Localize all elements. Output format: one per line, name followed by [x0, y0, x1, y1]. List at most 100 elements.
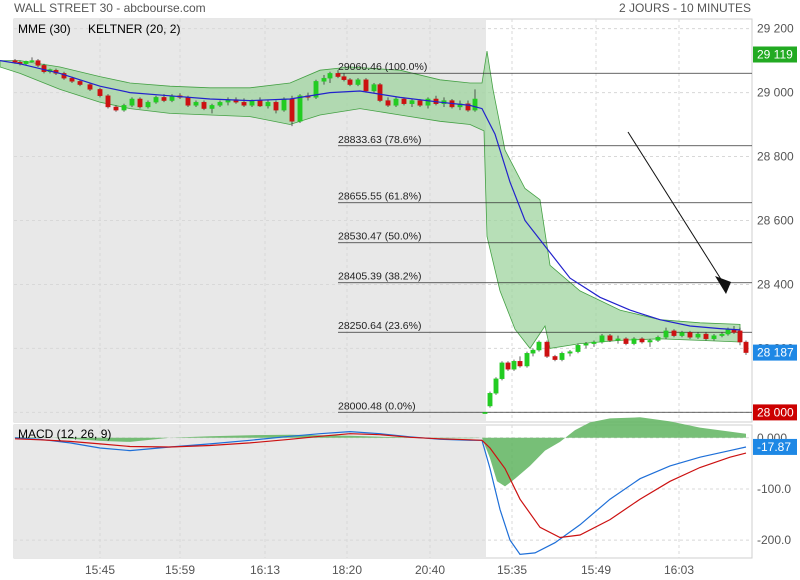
candle-body [377, 84, 383, 101]
candle-body [129, 98, 135, 106]
candle-body [97, 89, 103, 96]
candle-body [711, 335, 717, 340]
candle-body [591, 341, 597, 344]
y-tick-label: -100.0 [757, 482, 791, 496]
candle-body [137, 98, 143, 108]
candle-body [719, 333, 725, 336]
chart-canvas: 29060.46 (100.0%) 28833.63 (78.6%) 28655.5… [0, 18, 797, 577]
candle-body [505, 362, 511, 370]
x-tick-label: 15:45 [85, 563, 115, 577]
candle-body [725, 329, 731, 335]
candle-body [552, 356, 558, 360]
candle-body [639, 338, 645, 343]
candle-body [647, 340, 653, 343]
candle-body [599, 335, 605, 343]
candle-body [105, 95, 111, 108]
fib-label: 28530.47 (50.0%) [338, 231, 421, 243]
candle-body [623, 338, 629, 344]
y-tick-label: 28 400 [757, 277, 794, 291]
candle-body [487, 393, 493, 407]
candle-body [265, 101, 271, 107]
candle-body [695, 333, 701, 338]
x-axis: 15:45 15:59 16:13 18:20 20:40 15:35 15:49 16:03 [85, 563, 694, 577]
candle-body [703, 333, 709, 340]
fib-label: 28405.39 (38.2%) [338, 271, 421, 283]
x-tick-label: 15:59 [165, 563, 195, 577]
candle-body [273, 101, 279, 111]
candle-body [335, 73, 341, 77]
candle-body [87, 84, 93, 90]
legend-ema: MME (30) [18, 22, 71, 36]
candle-body [524, 353, 530, 367]
candle-body [185, 97, 191, 106]
candle-body [583, 343, 589, 346]
candle-body [559, 353, 565, 360]
candle-body [341, 76, 347, 80]
macd-value-badge: -17.87 [753, 438, 797, 455]
candle-body [671, 330, 677, 336]
candle-body [29, 60, 35, 62]
candle-body [241, 101, 247, 106]
candle-body [393, 98, 399, 106]
candle-body [517, 361, 523, 367]
candle-body [281, 98, 287, 111]
fib-label: 28000.48 (0.0%) [338, 400, 416, 412]
fib-label: 28833.63 (78.6%) [338, 134, 421, 146]
candle-body [417, 100, 423, 106]
candle-body [499, 362, 505, 380]
candle-body [472, 98, 478, 111]
candle-body [257, 100, 263, 107]
candle-body [615, 338, 621, 341]
candle-body [77, 81, 83, 85]
candle-body [493, 378, 499, 394]
candle-body [12, 60, 18, 63]
candle-body [544, 341, 550, 357]
candle-body [409, 100, 415, 104]
legend-macd: MACD (12, 26, 9) [18, 427, 111, 441]
candle-body [289, 98, 295, 122]
fib-label: 28655.55 (61.8%) [338, 191, 421, 203]
candle-body [35, 60, 41, 66]
candle-body [217, 101, 223, 106]
candle-body [536, 341, 542, 351]
candle-body [153, 97, 159, 103]
main-price-badges: 29 119 28 187 28 000 [753, 46, 797, 421]
candle-body [371, 84, 377, 92]
y-tick-label: -200.0 [757, 533, 791, 547]
candle-body [482, 412, 488, 414]
x-tick-label: 18:20 [332, 563, 362, 577]
x-tick-label: 15:35 [497, 563, 527, 577]
fib-label: 29060.46 (100.0%) [338, 61, 427, 73]
candle-body [69, 77, 75, 82]
candle-body [113, 106, 119, 111]
candle-body [23, 61, 29, 64]
candle-body [327, 73, 333, 79]
x-tick-label: 16:03 [664, 563, 694, 577]
current-price-badge: 28 187 [757, 346, 794, 360]
y-tick-label: 28 600 [757, 214, 794, 228]
x-tick-label: 15:49 [581, 563, 611, 577]
candle-body [743, 341, 749, 353]
candle-body [679, 332, 685, 336]
candle-body [249, 100, 255, 106]
candle-body [567, 351, 573, 354]
candle-body [297, 95, 303, 122]
candle-body [385, 100, 391, 106]
legend-keltner: KELTNER (20, 2) [88, 22, 180, 36]
candle-body [687, 332, 693, 338]
y-tick-label: 29 000 [757, 86, 794, 100]
candle-body [321, 77, 327, 82]
candle-body [655, 337, 661, 341]
y-tick-label: 29 200 [757, 22, 794, 36]
candle-body [145, 101, 151, 108]
candle-body [663, 330, 669, 338]
macd-value-label: -17.87 [757, 440, 791, 454]
candle-body [607, 335, 613, 341]
fib-label: 28250.64 (23.6%) [338, 320, 421, 332]
candle-body [363, 79, 369, 92]
candle-body [631, 338, 637, 344]
candle-body [161, 97, 167, 101]
candle-body [347, 79, 353, 85]
candle-body [737, 330, 743, 343]
candle-body [530, 349, 536, 354]
